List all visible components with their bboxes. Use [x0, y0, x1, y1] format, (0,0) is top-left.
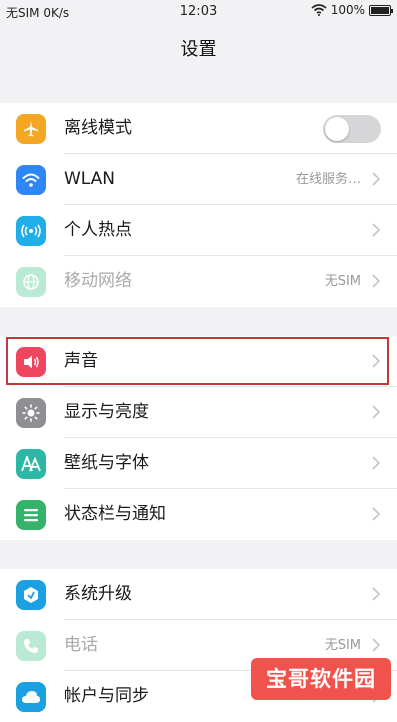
- speaker-icon: [16, 347, 46, 377]
- status-right: 100%: [311, 3, 393, 17]
- setting-label: WLAN: [64, 169, 116, 189]
- battery-percent: 100%: [330, 3, 365, 17]
- wifi-icon: [16, 165, 46, 195]
- chevron-right-icon: [372, 456, 381, 470]
- chevron-right-icon: [372, 274, 381, 288]
- globe-icon: [16, 267, 46, 297]
- setting-label: 显示与亮度: [64, 402, 149, 422]
- offline-mode-toggle[interactable]: [323, 115, 381, 143]
- airplane-icon: [16, 114, 46, 144]
- hotspot-icon: [16, 216, 46, 246]
- chevron-right-icon: [372, 638, 381, 652]
- setting-value: 在线服务…: [295, 172, 361, 187]
- setting-label: 个人热点: [64, 220, 132, 240]
- setting-label: 移动网络: [64, 271, 132, 291]
- setting-label: 离线模式: [64, 118, 132, 138]
- chevron-right-icon: [372, 405, 381, 419]
- notification-icon: [16, 500, 46, 530]
- status-bar: 无SIM 0K/s 12:03 100%: [0, 0, 397, 24]
- cloud-icon: [16, 682, 46, 712]
- settings-group-display: 声音 显示与亮度 壁纸与字体 状态栏与通知: [0, 336, 397, 540]
- setting-label: 帐户与同步: [64, 686, 149, 706]
- settings-group-network: 离线模式 WLAN 在线服务… 个人热点 移动网络 无SIM: [0, 103, 397, 307]
- setting-label: 电话: [64, 635, 98, 655]
- chevron-right-icon: [372, 223, 381, 237]
- setting-label: 状态栏与通知: [64, 504, 166, 524]
- setting-row-system-update[interactable]: 系统升级: [0, 569, 397, 620]
- setting-row-hotspot[interactable]: 个人热点: [0, 205, 397, 256]
- chevron-right-icon: [372, 587, 381, 601]
- setting-row-display-brightness[interactable]: 显示与亮度: [0, 387, 397, 438]
- brightness-icon: [16, 398, 46, 428]
- setting-row-wlan[interactable]: WLAN 在线服务…: [0, 154, 397, 205]
- watermark-logo: 宝哥软件园: [251, 658, 391, 700]
- chevron-right-icon: [372, 172, 381, 186]
- setting-value: 无SIM: [324, 274, 361, 289]
- setting-label: 壁纸与字体: [64, 453, 149, 473]
- page-title: 设置: [180, 39, 217, 60]
- setting-label: 声音: [64, 351, 98, 371]
- font-icon: [16, 449, 46, 479]
- setting-row-wallpaper-font[interactable]: 壁纸与字体: [0, 438, 397, 489]
- setting-label: 系统升级: [64, 584, 132, 604]
- phone-icon: [16, 631, 46, 661]
- chevron-right-icon: [372, 507, 381, 521]
- battery-icon: [369, 4, 393, 16]
- chevron-right-icon: [372, 354, 381, 368]
- setting-row-statusbar-notification[interactable]: 状态栏与通知: [0, 489, 397, 540]
- setting-row-offline-mode[interactable]: 离线模式: [0, 103, 397, 154]
- setting-row-mobile-network[interactable]: 移动网络 无SIM: [0, 256, 397, 307]
- wifi-signal-icon: [311, 4, 327, 16]
- update-icon: [16, 580, 46, 610]
- setting-row-sound[interactable]: 声音: [0, 336, 397, 387]
